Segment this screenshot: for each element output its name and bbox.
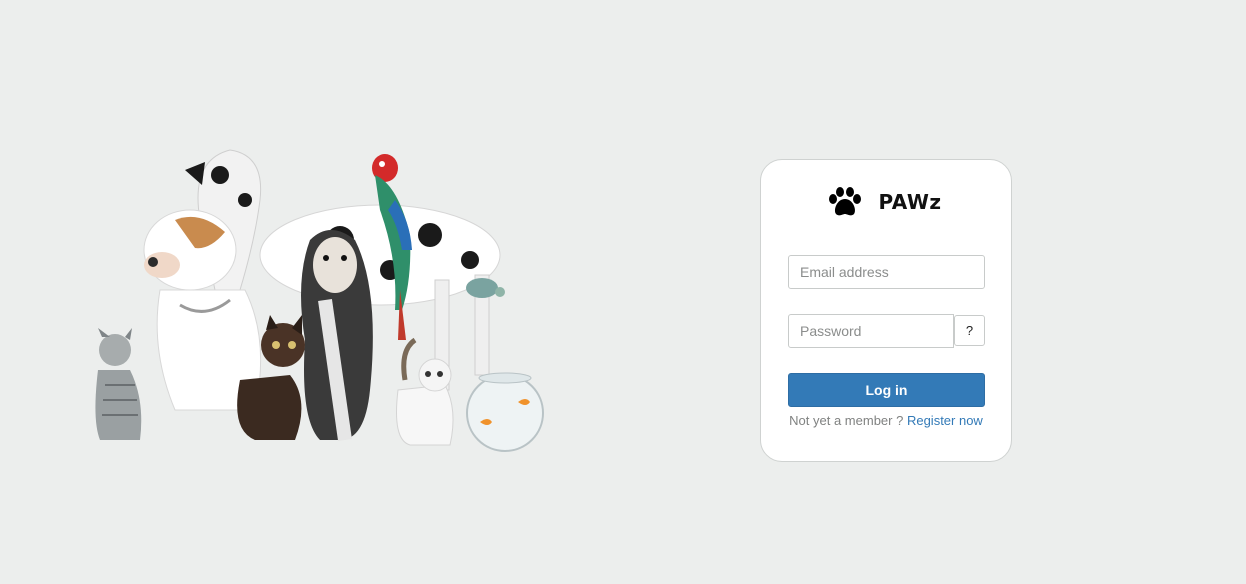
- login-page: PAWz ? Log in Not yet a member ? Registe…: [0, 0, 1246, 584]
- brand-header: PAWz: [761, 186, 1011, 218]
- paw-icon: [829, 187, 862, 216]
- fishbowl: [466, 372, 544, 452]
- turtle: [466, 278, 505, 298]
- register-prompt-line: Not yet a member ? Register now: [761, 413, 1011, 428]
- password-input[interactable]: [788, 314, 954, 348]
- login-button[interactable]: Log in: [788, 373, 985, 407]
- pets-hero-image: [80, 140, 560, 460]
- brand-name: PAWz: [878, 190, 942, 214]
- spaniel: [301, 230, 373, 441]
- email-input[interactable]: [788, 255, 985, 289]
- password-help-button[interactable]: ?: [954, 315, 985, 346]
- login-card: PAWz ? Log in Not yet a member ? Registe…: [760, 159, 1012, 462]
- tabby-kitten: [95, 328, 142, 440]
- register-link[interactable]: Register now: [907, 413, 983, 428]
- pets-illustration: [95, 149, 544, 452]
- register-prompt-text: Not yet a member ?: [789, 413, 904, 428]
